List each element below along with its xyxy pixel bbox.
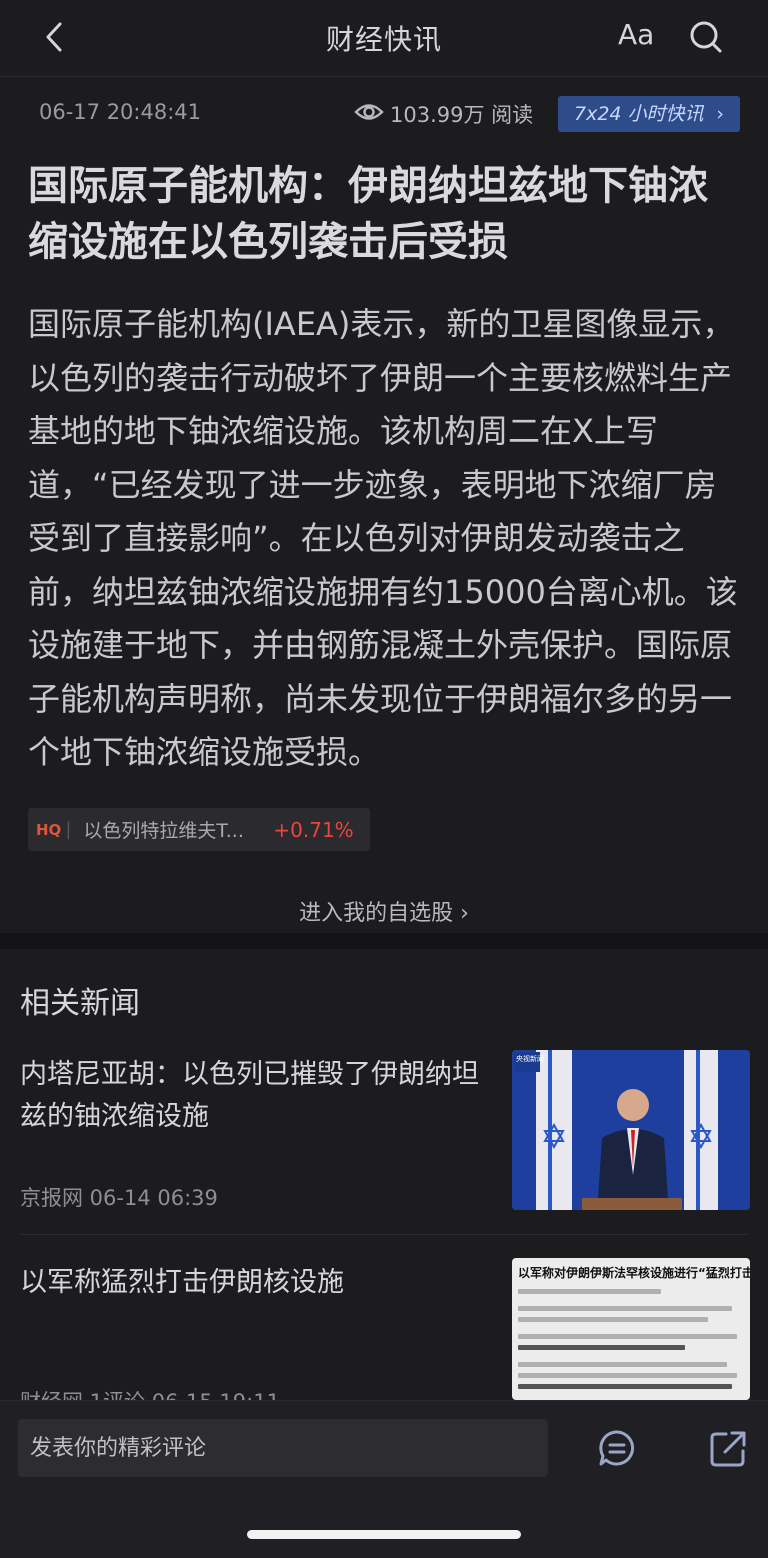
text-line — [518, 1317, 709, 1322]
news-title: 以军称猛烈打击伊朗核设施 — [20, 1267, 344, 1298]
news-thumbnail: 以军称对伊朗伊斯法罕核设施进行“猛烈打击” — [512, 1258, 750, 1400]
list-item[interactable]: 以军称猛烈打击伊朗核设施 财经网 1评论 06-15 19:11 以军称对伊朗伊… — [0, 1258, 768, 1414]
related-stock-chip[interactable]: HQ | 以色列特拉维夫T... +0.71% — [28, 808, 370, 851]
text-line — [518, 1306, 733, 1311]
text-line — [518, 1289, 661, 1294]
list-item[interactable]: 内塔尼亚胡：以色列已摧毁了伊朗纳坦兹的铀浓缩设施 京报网 06-14 06:39… — [0, 1050, 768, 1224]
font-size-button[interactable]: Aa — [618, 18, 654, 51]
stock-tag: HQ — [36, 820, 62, 839]
chevron-right-icon: › — [460, 901, 469, 926]
separator: | — [65, 819, 72, 840]
chevron-right-icon: › — [716, 103, 724, 125]
comment-icon[interactable] — [598, 1429, 636, 1467]
stock-name: 以色列特拉维夫T... — [83, 820, 244, 842]
stock-change: +0.71% — [273, 817, 354, 842]
home-indicator[interactable] — [247, 1530, 521, 1539]
watchlist-link-label: 进入我的自选股 — [299, 901, 454, 926]
publish-time: 06-17 20:48:41 — [39, 100, 202, 124]
text-line — [518, 1345, 685, 1350]
news-thumbnail: 央视新闻 — [512, 1050, 750, 1210]
thumb-title: 以军称对伊朗伊斯法罕核设施进行“猛烈打击” — [518, 1266, 750, 1280]
live-news-badge-label: 7x24 小时快讯 — [574, 103, 704, 125]
section-divider — [0, 933, 768, 949]
article-headline: 国际原子能机构：伊朗纳坦兹地下铀浓缩设施在以色列袭击后受损 — [28, 163, 708, 265]
search-icon[interactable] — [688, 19, 724, 55]
item-divider — [20, 1234, 748, 1235]
news-title: 内塔尼亚胡：以色列已摧毁了伊朗纳坦兹的铀浓缩设施 — [20, 1059, 479, 1132]
watchlist-link[interactable]: 进入我的自选股 › — [0, 895, 768, 927]
eye-icon — [354, 101, 384, 128]
related-news-heading: 相关新闻 — [20, 986, 140, 1021]
live-news-badge[interactable]: 7x24 小时快讯 › — [558, 96, 740, 132]
news-meta: 京报网 06-14 06:39 — [20, 1186, 218, 1210]
text-line — [518, 1334, 737, 1339]
thumb-badge-text: 央视新闻 — [516, 1054, 544, 1063]
text-line — [518, 1384, 733, 1389]
comment-input[interactable] — [18, 1419, 548, 1477]
article-body: 国际原子能机构(IAEA)表示，新的卫星图像显示，以色列的袭击行动破坏了伊朗一个… — [28, 305, 738, 771]
view-count: 103.99万 阅读 — [354, 99, 533, 129]
top-navigation-bar: 财经快讯 Aa — [0, 0, 768, 77]
text-line — [518, 1362, 728, 1367]
share-icon[interactable] — [708, 1429, 748, 1469]
text-line — [518, 1373, 737, 1378]
view-count-label: 103.99万 阅读 — [390, 103, 534, 127]
